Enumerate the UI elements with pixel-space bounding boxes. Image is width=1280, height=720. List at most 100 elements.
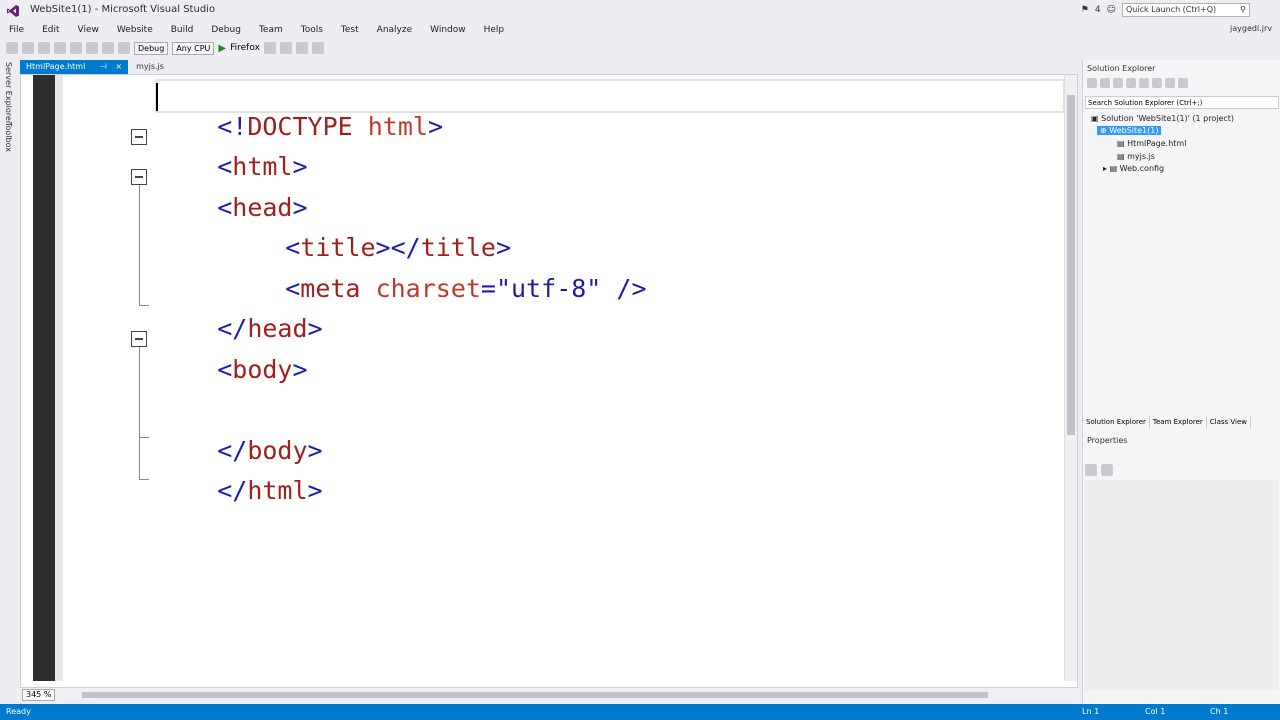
- text-caret: [156, 83, 158, 111]
- menu-website[interactable]: Website: [108, 22, 162, 38]
- tab-myjs[interactable]: myjs.js: [130, 60, 170, 74]
- status-bar: Ready Ln 1 Col 1 Ch 1: [0, 704, 1280, 720]
- website-icon: ⊕: [1100, 126, 1107, 135]
- menu-build[interactable]: Build: [162, 22, 203, 38]
- tab-team-explorer[interactable]: Team Explorer: [1150, 416, 1207, 428]
- indicator-margin: [33, 75, 55, 681]
- signed-in-user[interactable]: jaygedi.jrv: [1230, 24, 1272, 33]
- line-number-margin: [55, 75, 63, 681]
- show-all-files-icon[interactable]: [1165, 78, 1175, 88]
- menu-view[interactable]: View: [69, 22, 108, 38]
- status-char: Ch 1: [1210, 707, 1229, 716]
- undo-icon[interactable]: [102, 42, 114, 54]
- tab-label: myjs.js: [136, 62, 164, 71]
- save-icon[interactable]: [70, 42, 82, 54]
- outline-end-head: [139, 305, 149, 306]
- collapse-body-icon[interactable]: [131, 331, 147, 347]
- comment-icon[interactable]: [279, 42, 292, 54]
- menu-analyze[interactable]: Analyze: [368, 22, 421, 38]
- visual-studio-logo-icon: [7, 5, 19, 17]
- tree-item-webconfig[interactable]: ▸ ▤ Web.config: [1103, 164, 1164, 173]
- feedback-icon[interactable]: ☺: [1107, 5, 1116, 15]
- menu-tools[interactable]: Tools: [292, 22, 332, 38]
- code-line-10: </html>: [217, 476, 323, 505]
- uncomment-icon[interactable]: [295, 42, 308, 54]
- window-title: WebSite1(1) - Microsoft Visual Studio: [30, 4, 216, 15]
- horizontal-scroll-area: 345 %: [20, 688, 1078, 702]
- quick-launch-input[interactable]: Quick Launch (Ctrl+Q) ⚲: [1122, 3, 1250, 17]
- menu-bar: File Edit View Website Build Debug Team …: [0, 22, 1280, 38]
- menu-edit[interactable]: Edit: [33, 22, 68, 38]
- properties-title: Properties: [1087, 436, 1128, 445]
- tab-solution-explorer[interactable]: Solution Explorer: [1083, 416, 1150, 428]
- horizontal-scroll-thumb[interactable]: [82, 692, 988, 698]
- js-file-icon: ▤: [1117, 152, 1125, 161]
- standard-toolbar: Debug Any CPU ▶ Firefox: [0, 38, 1280, 58]
- close-icon[interactable]: ×: [115, 62, 122, 71]
- status-column: Col 1: [1145, 707, 1166, 716]
- solution-explorer-title: Solution Explorer: [1087, 64, 1156, 73]
- pin-icon[interactable]: ⊣: [100, 62, 107, 71]
- solution-search-input[interactable]: Search Solution Explorer (Ctrl+;): [1085, 96, 1279, 109]
- start-debug-icon[interactable]: ▶: [218, 43, 226, 54]
- tab-htmlpage[interactable]: HtmlPage.html ⊣ ×: [20, 60, 129, 74]
- menu-window[interactable]: Window: [421, 22, 475, 38]
- refresh-icon[interactable]: [263, 42, 276, 54]
- zoom-level-select[interactable]: 345 %: [22, 689, 56, 701]
- collapse-html-icon[interactable]: [131, 129, 147, 145]
- status-line: Ln 1: [1082, 707, 1100, 716]
- bookmark-icon[interactable]: [311, 42, 324, 54]
- refresh-icon[interactable]: [1139, 78, 1149, 88]
- redo-icon[interactable]: [118, 42, 130, 54]
- tab-label: HtmlPage.html: [26, 62, 86, 71]
- vertical-scrollbar[interactable]: [1064, 75, 1077, 681]
- notifications-icon[interactable]: ⚑: [1081, 5, 1089, 15]
- home-icon[interactable]: [1113, 78, 1123, 88]
- back-icon[interactable]: [6, 42, 18, 54]
- collapse-head-icon[interactable]: [131, 169, 147, 185]
- tree-item-project[interactable]: ⊕ WebSite1(1): [1097, 126, 1162, 135]
- panel-tabs: Solution Explorer Team Explorer Class Vi…: [1083, 416, 1280, 428]
- save-all-icon[interactable]: [86, 42, 98, 54]
- outline-guide-head: [139, 185, 140, 305]
- menu-team[interactable]: Team: [250, 22, 292, 38]
- expand-icon[interactable]: ▸: [1103, 164, 1107, 173]
- forward-icon[interactable]: [22, 42, 34, 54]
- toolbox-tab[interactable]: Toolbox: [4, 122, 13, 152]
- document-tabs: HtmlPage.html ⊣ × myjs.js: [20, 60, 1080, 74]
- outline-guide-html: [139, 437, 140, 479]
- solution-platform-select[interactable]: Any CPU: [172, 41, 215, 55]
- solution-icon: ▣: [1091, 114, 1099, 123]
- notification-count: 4: [1094, 5, 1101, 15]
- categorized-icon[interactable]: [1085, 464, 1097, 476]
- tree-item-myjs[interactable]: ▤ myjs.js: [1117, 152, 1155, 161]
- solution-configuration-select[interactable]: Debug: [134, 41, 169, 55]
- properties-grid: [1085, 480, 1279, 690]
- server-explorer-tab[interactable]: Server Explorer: [4, 62, 13, 124]
- properties-icon[interactable]: [1178, 78, 1188, 88]
- outline-end-body: [139, 437, 149, 438]
- vertical-scroll-thumb[interactable]: [1067, 95, 1075, 435]
- menu-help[interactable]: Help: [475, 22, 514, 38]
- status-text: Ready: [6, 707, 31, 716]
- sync-icon[interactable]: [1126, 78, 1136, 88]
- title-bar: WebSite1(1) - Microsoft Visual Studio ⚑ …: [0, 0, 1280, 22]
- forward-icon[interactable]: [1100, 78, 1110, 88]
- menu-test[interactable]: Test: [332, 22, 368, 38]
- tree-item-solution[interactable]: ▣ Solution 'WebSite1(1)' (1 project): [1091, 114, 1234, 123]
- code-editor[interactable]: <!DOCTYPE html> <html> <head> <title></t…: [20, 74, 1078, 688]
- tab-class-view[interactable]: Class View: [1207, 416, 1252, 428]
- back-icon[interactable]: [1087, 78, 1097, 88]
- run-target-button[interactable]: Firefox: [230, 43, 260, 53]
- menu-debug[interactable]: Debug: [202, 22, 250, 38]
- alphabetical-icon[interactable]: [1101, 464, 1113, 476]
- search-icon: ⚲: [1240, 5, 1246, 14]
- menu-file[interactable]: File: [0, 22, 33, 38]
- open-file-icon[interactable]: [54, 42, 66, 54]
- config-file-icon: ▤: [1109, 164, 1118, 173]
- tree-item-htmlpage[interactable]: ▤ HtmlPage.html: [1117, 139, 1186, 148]
- new-project-icon[interactable]: [38, 42, 50, 54]
- html-file-icon: ▤: [1117, 139, 1125, 148]
- outline-guide-body: [139, 347, 140, 437]
- collapse-all-icon[interactable]: [1152, 78, 1162, 88]
